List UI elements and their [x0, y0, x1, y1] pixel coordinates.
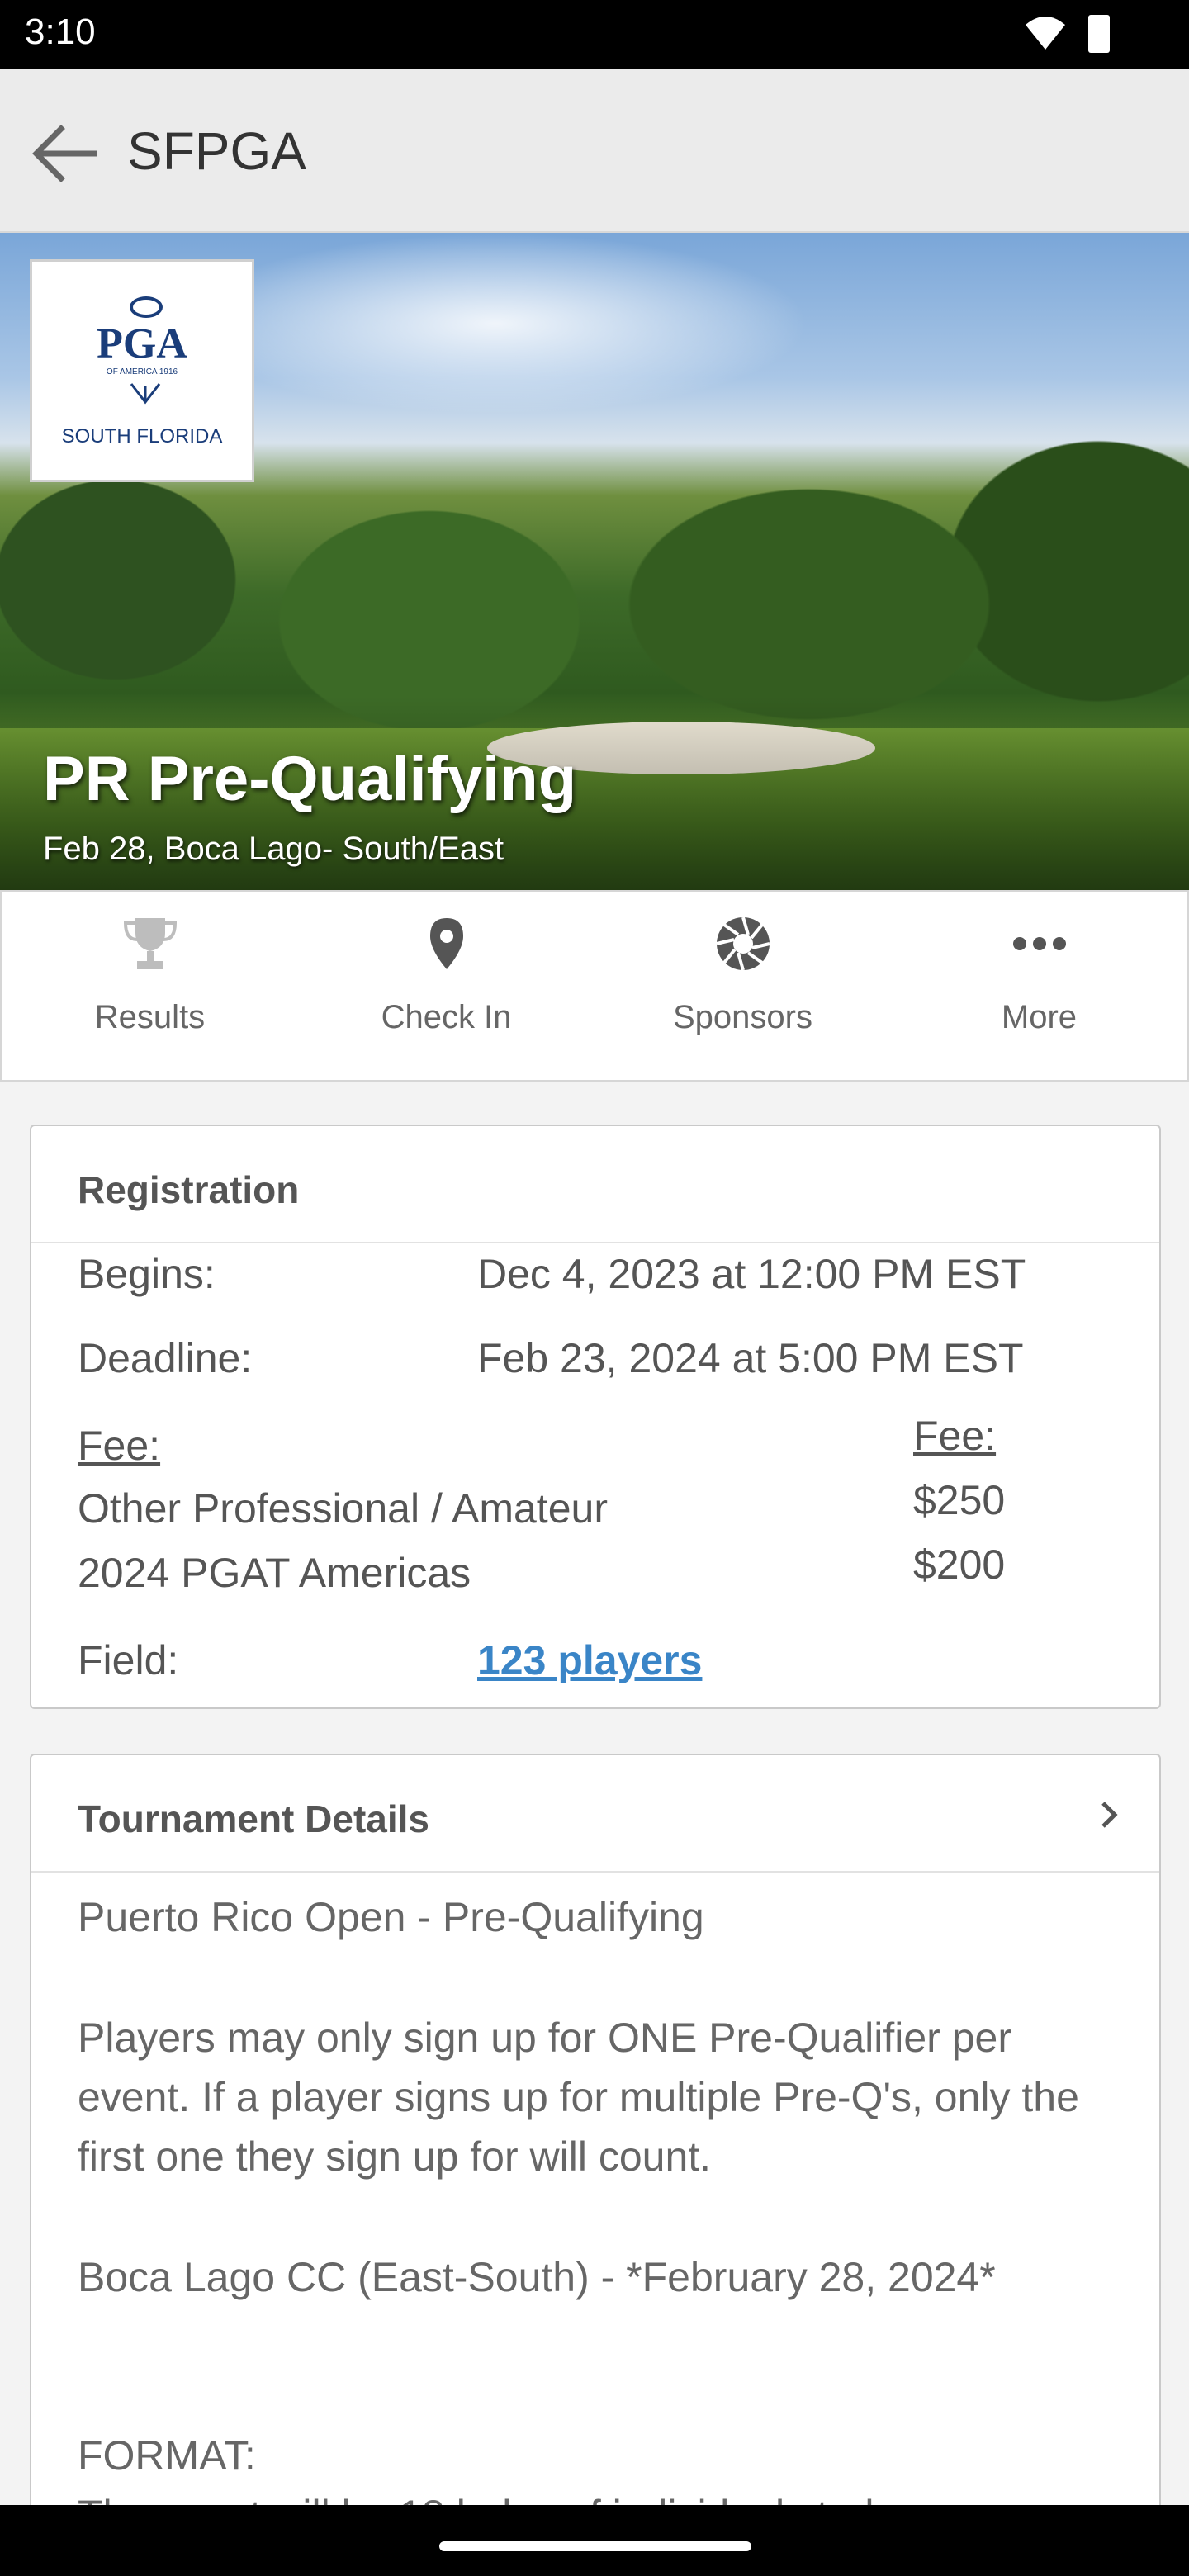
- tab-label: Sponsors: [673, 999, 812, 1035]
- details-paragraph: Players may only sign up for ONE Pre-Qua…: [78, 2015, 1079, 2180]
- begins-label: Begins:: [78, 1251, 216, 1297]
- tournament-details-title: Tournament Details: [78, 1797, 429, 1840]
- registration-header: Registration: [31, 1126, 1159, 1243]
- more-dots-icon: [1013, 937, 1066, 950]
- fee-label: Fee:: [78, 1423, 161, 1469]
- fee-type-name: 2024 PGAT Americas: [78, 1550, 471, 1596]
- app-bar: SFPGA: [0, 69, 1189, 233]
- pga-south-florida-logo: PGA OF AMERICA 1916 SOUTH FLORIDA: [30, 259, 254, 482]
- registration-title: Registration: [78, 1168, 300, 1211]
- location-pin-icon: [430, 918, 463, 969]
- system-nav-bar: [0, 2505, 1189, 2576]
- fee-type-name: Other Professional / Amateur: [78, 1485, 608, 1532]
- fee-amount-label: Fee:: [913, 1413, 997, 1459]
- field-players-link[interactable]: 123 players: [477, 1636, 702, 1684]
- back-arrow-icon[interactable]: [28, 121, 97, 187]
- trophy-icon: [123, 918, 178, 969]
- logo-subtext: OF AMERICA 1916: [106, 367, 178, 376]
- tab-sponsors[interactable]: Sponsors: [594, 892, 891, 1080]
- app-title: SFPGA: [127, 121, 306, 181]
- crest-icon: [130, 296, 163, 318]
- tournament-details-card: Tournament Details Puerto Rico Open - Pr…: [30, 1754, 1161, 2576]
- wifi-icon: [1026, 17, 1065, 50]
- tab-label: Check In: [381, 999, 512, 1035]
- deadline-label: Deadline:: [78, 1335, 253, 1381]
- tab-label: More: [1001, 999, 1078, 1035]
- golf-clubs-icon: [130, 383, 161, 405]
- registration-card: Registration Begins: Dec 4, 2023 at 12:0…: [30, 1125, 1161, 1709]
- event-subtitle: Feb 28, Boca Lago- South/East: [43, 831, 504, 867]
- tournament-details-header[interactable]: Tournament Details: [31, 1755, 1159, 1873]
- battery-icon: [1088, 15, 1110, 53]
- details-paragraph: Boca Lago CC (East-South) - *February 28…: [78, 2254, 996, 2300]
- event-tab-bar: Results Check In Sponsors More: [0, 890, 1189, 1082]
- status-time: 3:10: [25, 12, 96, 52]
- aperture-icon: [716, 916, 770, 971]
- tournament-details-body: Puerto Rico Open - Pre-Qualifying Player…: [78, 1887, 1135, 2576]
- begins-value: Dec 4, 2023 at 12:00 PM EST: [477, 1251, 1026, 1297]
- logo-text: PGA: [97, 320, 187, 367]
- logo-region: SOUTH FLORIDA: [61, 425, 223, 447]
- tab-check-in[interactable]: Check In: [298, 892, 594, 1080]
- chevron-right-icon: [1101, 1802, 1118, 1828]
- fee-amount: $200: [913, 1541, 1006, 1588]
- status-bar: 3:10: [0, 0, 1189, 96]
- event-title: PR Pre-Qualifying: [43, 744, 577, 814]
- details-paragraph: Puerto Rico Open - Pre-Qualifying: [78, 1894, 704, 1940]
- details-paragraph: FORMAT:: [78, 2432, 256, 2479]
- tab-label: Results: [94, 999, 206, 1035]
- field-label: Field:: [78, 1637, 179, 1683]
- tab-results[interactable]: Results: [2, 892, 298, 1080]
- fee-amount: $250: [913, 1477, 1006, 1523]
- deadline-value: Feb 23, 2024 at 5:00 PM EST: [477, 1335, 1024, 1381]
- home-gesture-handle[interactable]: [439, 2541, 751, 2551]
- tab-more[interactable]: More: [891, 892, 1187, 1080]
